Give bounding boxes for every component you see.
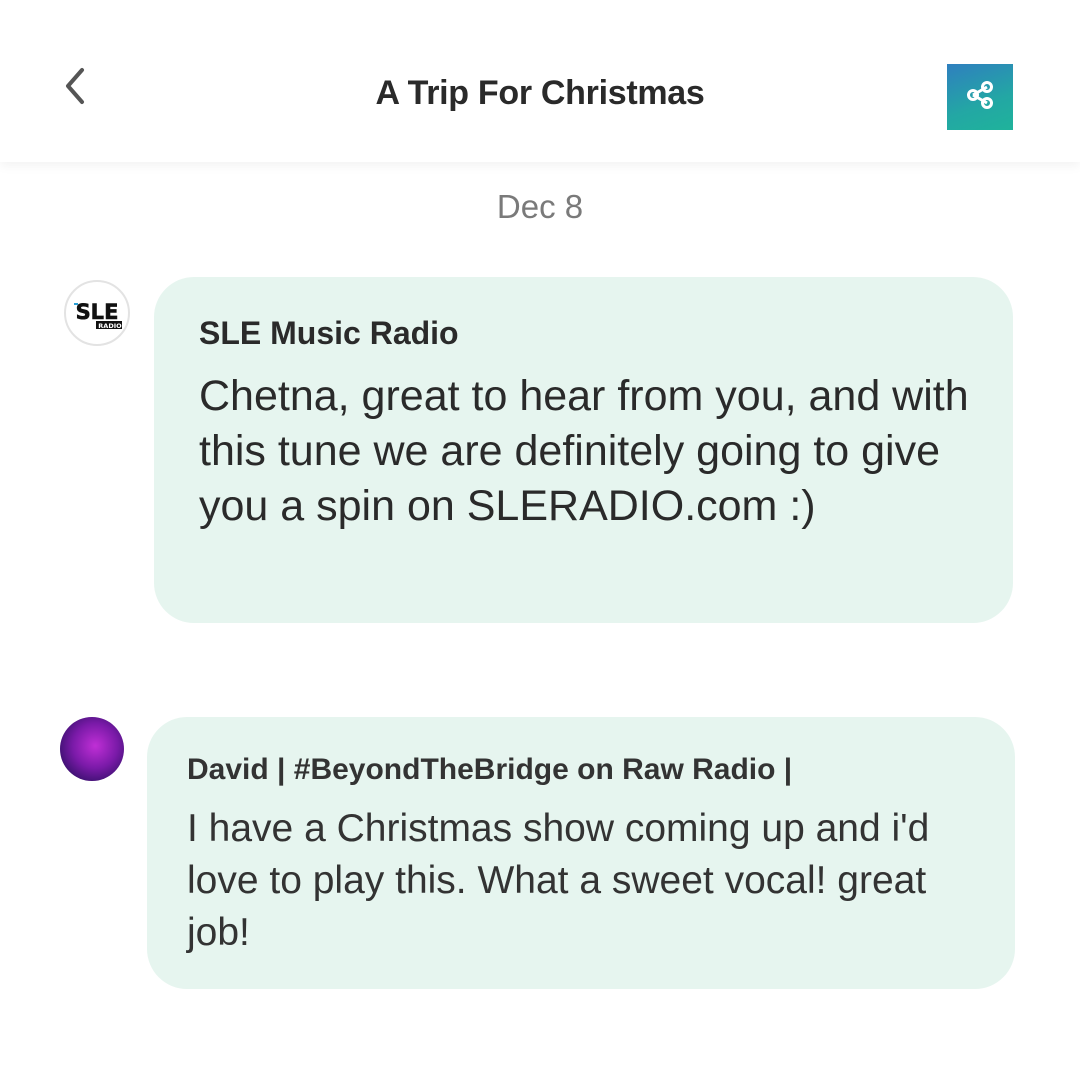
share-button[interactable] (947, 64, 1013, 130)
chevron-left-icon (62, 66, 88, 111)
header-bar: A Trip For Christmas (0, 0, 1080, 162)
comment-thread-screen: A Trip For Christmas Dec 8 SLE RADIO SLE… (0, 0, 1080, 1080)
comment-text: I have a Christmas show coming up and i'… (187, 807, 930, 954)
comment-author[interactable]: David | #BeyondTheBridge on Raw Radio | (187, 753, 792, 787)
date-separator: Dec 8 (496, 188, 584, 225)
back-button[interactable] (50, 60, 100, 116)
share-icon (965, 80, 995, 115)
comment-author[interactable]: SLE Music Radio (199, 315, 459, 352)
comment-text: Chetna, great to hear from you, and with… (199, 372, 969, 530)
sle-radio-logo: SLE RADIO (72, 300, 122, 330)
svg-text:RADIO: RADIO (98, 322, 122, 330)
avatar-david[interactable] (60, 717, 124, 781)
comment-bubble: SLE Music Radio Chetna, great to hear fr… (154, 277, 1013, 623)
svg-text:SLE: SLE (76, 300, 119, 324)
comment-bubble: David | #BeyondTheBridge on Raw Radio | … (147, 717, 1015, 989)
page-title: A Trip For Christmas (375, 74, 705, 112)
avatar-sle-music-radio[interactable]: SLE RADIO (64, 280, 130, 346)
